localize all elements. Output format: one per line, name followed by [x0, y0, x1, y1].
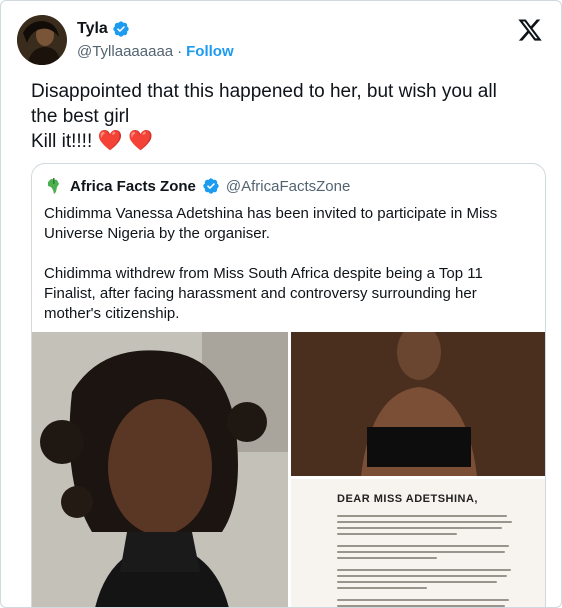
embedded-tweet-card: Tyla @Tyllaaaaaaa · Follow Disappointed …	[0, 0, 562, 608]
letter-text-line	[337, 599, 509, 601]
media-grid: DEAR MISS ADETSHINA,	[32, 332, 545, 607]
letter-salutation: DEAR MISS ADETSHINA,	[337, 493, 478, 505]
letter-text-line	[337, 521, 512, 523]
display-name[interactable]: Tyla	[77, 20, 108, 38]
tweet-line-3: Kill it!!!! ❤️ ❤️	[31, 129, 531, 154]
letter-text-line	[337, 569, 511, 571]
handle-row: @Tyllaaaaaaa · Follow	[77, 43, 234, 60]
invitation-letter-image[interactable]: DEAR MISS ADETSHINA,	[291, 479, 545, 607]
quoted-handle[interactable]: @AfricaFactsZone	[226, 178, 350, 195]
tweet-line-3-text: Kill it!!!!	[31, 131, 93, 152]
letter-text-line	[337, 575, 507, 577]
letter-text-line	[337, 551, 505, 553]
portrait-photo[interactable]	[291, 332, 545, 476]
letter-text-line	[337, 527, 502, 529]
separator-dot: ·	[177, 43, 183, 60]
letter-text-line	[337, 533, 457, 535]
avatar[interactable]	[17, 15, 67, 65]
tweet-line-1: Disappointed that this happened to her, …	[31, 81, 497, 102]
letter-text-line	[337, 581, 497, 583]
x-logo-icon[interactable]	[517, 17, 543, 43]
selfie-photo[interactable]	[32, 332, 288, 607]
name-row: Tyla	[77, 20, 130, 38]
quoted-paragraph-1: Chidimma Vanessa Adetshina has been invi…	[44, 205, 498, 242]
africa-logo-icon	[44, 176, 64, 196]
quoted-tweet-body: Chidimma Vanessa Adetshina has been invi…	[44, 204, 536, 344]
heart-emojis: ❤️ ❤️	[97, 130, 153, 152]
letter-text-line	[337, 515, 507, 517]
quoted-tweet[interactable]: Africa Facts Zone @AfricaFactsZone Chidi…	[31, 163, 546, 607]
follow-button[interactable]: Follow	[186, 43, 234, 60]
quoted-tweet-header: Africa Facts Zone @AfricaFactsZone	[44, 176, 350, 196]
verified-badge-icon	[203, 178, 219, 194]
quoted-display-name[interactable]: Africa Facts Zone	[70, 178, 196, 195]
tweet-text: Disappointed that this happened to her, …	[31, 79, 531, 154]
tweet-header: Tyla @Tyllaaaaaaa · Follow	[17, 15, 547, 67]
verified-badge-icon	[113, 21, 129, 37]
letter-text-line	[337, 605, 505, 607]
letter-text-line	[337, 557, 437, 559]
letter-text-line	[337, 587, 427, 589]
user-handle[interactable]: @Tyllaaaaaaa	[77, 43, 173, 60]
quoted-paragraph-2: Chidimma withdrew from Miss South Africa…	[44, 265, 483, 322]
tweet-line-2: the best girl	[31, 106, 130, 127]
letter-text-line	[337, 545, 509, 547]
